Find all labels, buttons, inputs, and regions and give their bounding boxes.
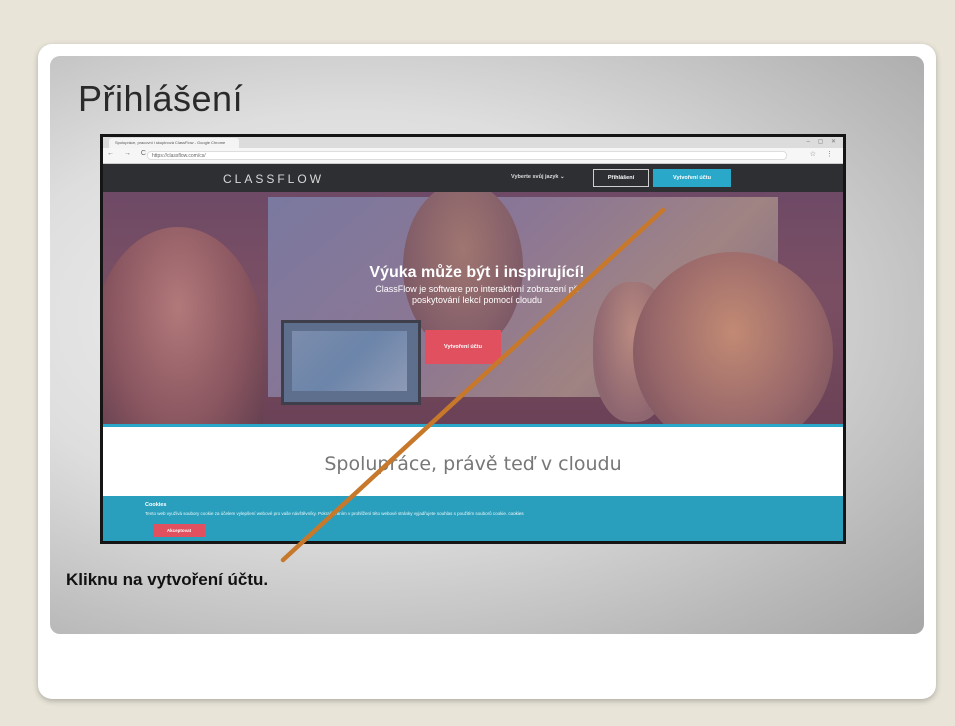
hero-subtitle: ClassFlow je software pro interaktivní z…	[375, 284, 579, 305]
cookie-message: Tento web využívá soubory cookie za účel…	[145, 511, 508, 516]
cookie-banner: Cookies Tento web využívá soubory cookie…	[103, 496, 843, 541]
hero-signup-button[interactable]: Vytvoření účtu	[425, 330, 501, 364]
browser-tab[interactable]: Spolupráce, pracovní i skupinová ClassFl…	[109, 138, 239, 148]
tagline-section: Spolupráce, právě teď v cloudu	[103, 427, 843, 496]
login-button[interactable]: Přihlášení	[593, 169, 649, 187]
browser-screenshot: Spolupráce, pracovní i skupinová ClassFl…	[100, 134, 846, 544]
window-controls-icon[interactable]: – ▢ ✕	[807, 138, 839, 145]
signup-button[interactable]: Vytvoření účtu	[653, 169, 731, 187]
site-logo[interactable]: CLASSFLOW	[223, 172, 324, 186]
nav-buttons-icon[interactable]: ← → C	[107, 150, 150, 157]
hero-laptop-image	[281, 320, 421, 405]
slide-caption: Kliknu na vytvoření účtu.	[66, 570, 269, 589]
hero-person-image	[103, 227, 263, 424]
cookie-title: Cookies	[145, 502, 167, 508]
cookie-text: Tento web využívá soubory cookie za účel…	[145, 511, 795, 516]
language-selector[interactable]: Vyberte svůj jazyk ⌄	[511, 174, 565, 180]
cookie-accept-button[interactable]: Akceptovat	[153, 524, 205, 537]
hero-title: Výuka může být i inspirující!	[369, 264, 585, 281]
address-bar[interactable]: https://classflow.com/cs/	[147, 151, 787, 160]
browser-toolbar: ← → C https://classflow.com/cs/ ☆ ⋮	[103, 148, 843, 164]
slide-title: Přihlášení	[78, 78, 244, 119]
browser-tabbar: Spolupráce, pracovní i skupinová ClassFl…	[103, 137, 843, 148]
cookie-link[interactable]: cookies	[508, 511, 523, 516]
tagline: Spolupráce, právě teď v cloudu	[324, 453, 622, 475]
browser-menu-icon[interactable]: ☆ ⋮	[810, 150, 837, 158]
hero-section: Výuka může být i inspirující! ClassFlow …	[103, 192, 843, 424]
site-navbar: CLASSFLOW Vyberte svůj jazyk ⌄ Přihlášen…	[103, 164, 843, 192]
